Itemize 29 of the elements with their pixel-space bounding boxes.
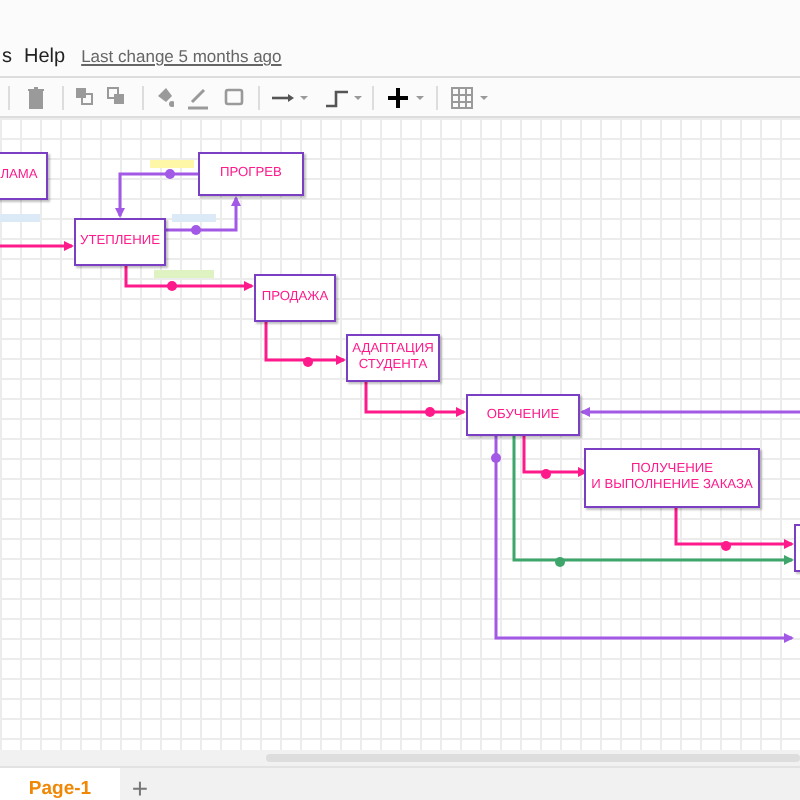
- connector-arrow[interactable]: [124, 266, 254, 291]
- page-tab[interactable]: Page-1: [0, 768, 120, 800]
- to-back-icon[interactable]: [106, 86, 126, 110]
- plus-icon[interactable]: [386, 86, 426, 110]
- connector-arrow[interactable]: [674, 508, 794, 551]
- connector-arrow[interactable]: [0, 241, 74, 251]
- edge-label-tag: [172, 214, 216, 222]
- connector-arrow[interactable]: [512, 436, 794, 567]
- menu-item[interactable]: Help: [24, 45, 66, 67]
- connector-arrow[interactable]: [166, 196, 241, 235]
- edge-label-tag: [0, 214, 40, 222]
- add-page-button[interactable]: +: [120, 768, 160, 800]
- edge-label-tag: [150, 160, 194, 168]
- shadow-icon[interactable]: [224, 86, 244, 110]
- connector-arrow[interactable]: [264, 322, 346, 367]
- connector-arrow[interactable]: [115, 169, 198, 218]
- edge-label-tag: [154, 270, 214, 278]
- fill-color-icon[interactable]: [154, 86, 174, 110]
- menu-item[interactable]: s: [2, 45, 12, 67]
- line-color-icon[interactable]: [186, 86, 210, 110]
- last-change-link[interactable]: Last change 5 months ago: [81, 46, 282, 66]
- table-icon[interactable]: [450, 86, 490, 110]
- waypoint-icon[interactable]: [324, 86, 364, 110]
- connector-arrow[interactable]: [580, 407, 800, 417]
- to-front-icon[interactable]: [74, 86, 94, 110]
- connector-arrow[interactable]: [491, 436, 794, 643]
- connector-arrow[interactable]: [522, 436, 588, 479]
- trash-icon[interactable]: [26, 86, 46, 110]
- connector-arrow[interactable]: [364, 382, 466, 417]
